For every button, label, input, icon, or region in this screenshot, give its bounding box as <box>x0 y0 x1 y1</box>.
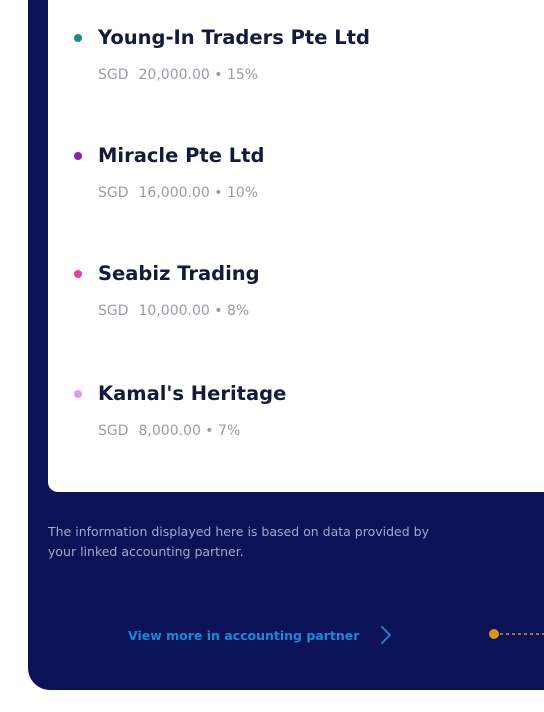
company-name: Young-In Traders Pte Ltd <box>98 26 370 49</box>
company-amount: SGD 10,000.00 • 8% <box>98 303 250 319</box>
company-amount: SGD 20,000.00 • 15% <box>98 67 259 83</box>
status-dot <box>74 34 82 42</box>
companies-card: Young-In Traders Pte Ltd SGD 20,000.00 • … <box>48 0 544 492</box>
status-dot <box>74 270 82 278</box>
company-amount: SGD 16,000.00 • 10% <box>98 185 259 201</box>
company-name: Miracle Pte Ltd <box>98 144 265 167</box>
status-dot <box>74 390 82 398</box>
info-text: The information displayed here is based … <box>48 522 544 562</box>
info-line: your linked accounting partner. <box>48 544 244 559</box>
status-dot <box>74 152 82 160</box>
chevron-right-icon <box>381 626 392 644</box>
view-more-label: View more in accounting partner <box>128 627 360 643</box>
info-line: The information displayed here is based … <box>48 524 429 539</box>
annotation-marker <box>489 629 544 639</box>
company-name: Seabiz Trading <box>98 262 260 285</box>
company-name: Kamal's Heritage <box>98 382 287 405</box>
view-more-link[interactable]: View more in accounting partner <box>128 624 393 646</box>
company-amount: SGD 8,000.00 • 7% <box>98 423 241 439</box>
